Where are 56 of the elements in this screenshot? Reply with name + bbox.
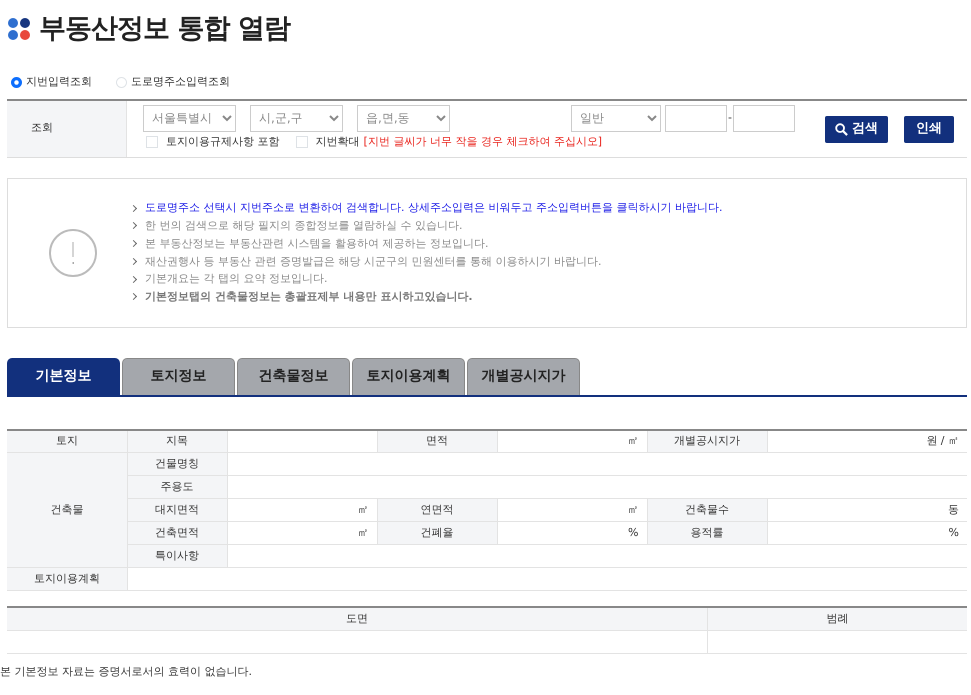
field-label: 지목 — [127, 430, 227, 452]
number-field[interactable] — [665, 104, 727, 132]
field-label: 개별공시지가 — [647, 430, 767, 452]
radio-option[interactable]: 지번입력조회 — [11, 74, 92, 90]
radio-button[interactable] — [11, 76, 22, 88]
field-label: 건축물수 — [647, 498, 767, 522]
checkbox-label: 토지이용규제사항 포함 — [166, 134, 280, 150]
field-label: 특이사항 — [127, 544, 227, 568]
tab[interactable]: 기본정보 — [7, 358, 120, 394]
field-label: 주용도 — [127, 476, 227, 498]
column-header: 도면 — [7, 607, 707, 630]
notice-text: 재산권행사 등 부동산 관련 증명발급은 해당 시군구의 민원센터를 통해 이용하시기 바랍니다. — [145, 254, 602, 270]
row-header: 토지 — [7, 430, 127, 452]
dropdown[interactable]: 시,군,구 — [250, 104, 343, 132]
unit-text: ㎡ — [227, 498, 377, 522]
tab[interactable]: 토지정보 — [122, 358, 235, 394]
column-header: 범례 — [707, 607, 967, 630]
unit-text: ㎡ — [497, 430, 647, 452]
dots-logo-icon — [7, 17, 31, 41]
checkbox-label: 지번확대 — [316, 134, 360, 150]
warning-icon — [49, 228, 97, 276]
dropdown[interactable]: 서울특별시 — [143, 104, 236, 132]
field-label: 연면적 — [377, 498, 497, 522]
search-icon — [834, 122, 848, 136]
notice-text: 도로명주소 선택시 지번주소로 변환하여 검색합니다. 상세주소입력은 비워두고 주소입력버튼을 클릭하시기 바랍니다. — [145, 200, 722, 216]
field-label: 건축면적 — [127, 522, 227, 544]
notice-text: 한 번의 검색으로 해당 필지의 종합정보를 열람하실 수 있습니다. — [145, 218, 462, 234]
checkbox[interactable] — [296, 136, 308, 148]
notice-text: 기본정보탭의 건축물정보는 총괄표제부 내용만 표시하고있습니다. — [145, 289, 472, 306]
unit-text: % — [497, 522, 647, 544]
dropdown[interactable]: 읍,면,동 — [357, 104, 450, 132]
print-button[interactable]: 인쇄 — [904, 116, 954, 142]
field-label: 건폐율 — [377, 522, 497, 544]
page-title: 부동산정보 통합 열람 — [39, 12, 290, 46]
dropdown[interactable]: 일반 — [571, 104, 661, 132]
dash-separator: - — [728, 110, 732, 126]
footer-note: 본 기본정보 자료는 증명서로서의 효력이 없습니다. — [0, 664, 253, 680]
row-header: 건축물 — [7, 452, 127, 568]
search-button[interactable]: 검색 — [824, 116, 888, 142]
tab[interactable]: 토지이용계획 — [352, 358, 465, 394]
field-label: 건물명칭 — [127, 452, 227, 476]
hint-text: [지번 글씨가 너무 작을 경우 체크하여 주십시오] — [364, 134, 602, 150]
unit-text: ㎡ — [497, 498, 647, 522]
unit-text: ㎡ — [227, 522, 377, 544]
notice-text: 본 부동산정보는 부동산관련 시스템을 활용하여 제공하는 정보입니다. — [145, 236, 488, 252]
tab[interactable]: 건축물정보 — [237, 358, 350, 394]
field-label: 대지면적 — [127, 498, 227, 522]
field-label: 용적률 — [647, 522, 767, 544]
row-header: 토지이용계획 — [7, 568, 127, 590]
number-field[interactable] — [732, 104, 795, 132]
search-label: 조회 — [30, 120, 53, 136]
notice-text: 기본개요는 각 탭의 요약 정보입니다. — [145, 271, 328, 288]
radio-option[interactable]: 도로명주소입력조회 — [116, 74, 230, 90]
tab[interactable]: 개별공시지가 — [467, 358, 580, 394]
checkbox[interactable] — [146, 136, 158, 148]
field-label: 면적 — [377, 430, 497, 452]
